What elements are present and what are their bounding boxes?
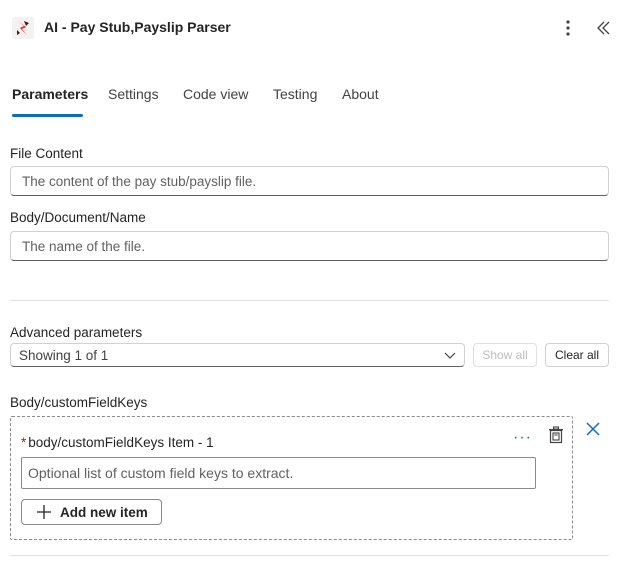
document-name-placeholder: The name of the file. bbox=[22, 238, 146, 254]
section-divider bbox=[10, 300, 609, 301]
array-item-label: * body/customFieldKeys Item - 1 bbox=[21, 435, 214, 450]
advanced-parameters-value: Showing 1 of 1 bbox=[19, 347, 109, 363]
ai-builder-logo-icon bbox=[12, 17, 34, 39]
tab-parameters[interactable]: Parameters bbox=[12, 86, 88, 102]
add-new-item-label: Add new item bbox=[60, 504, 148, 520]
custom-field-keys-array: * body/customFieldKeys Item - 1 ··· Optio… bbox=[10, 416, 573, 540]
active-tab-indicator bbox=[12, 114, 83, 117]
show-all-button[interactable]: Show all bbox=[473, 343, 537, 367]
item-more-options-icon[interactable]: ··· bbox=[513, 429, 532, 447]
file-content-label: File Content bbox=[10, 146, 83, 161]
bottom-divider bbox=[10, 555, 609, 556]
document-name-label: Body/Document/Name bbox=[10, 210, 146, 225]
advanced-parameters-label: Advanced parameters bbox=[10, 325, 143, 340]
clear-all-button[interactable]: Clear all bbox=[545, 343, 609, 367]
custom-field-key-input[interactable]: Optional list of custom field keys to ex… bbox=[21, 457, 536, 489]
custom-field-key-placeholder: Optional list of custom field keys to ex… bbox=[28, 465, 294, 481]
more-vertical-icon[interactable] bbox=[558, 18, 578, 38]
add-new-item-button[interactable]: Add new item bbox=[21, 499, 162, 525]
required-marker: * bbox=[21, 435, 27, 450]
plus-icon bbox=[37, 505, 51, 519]
document-name-input[interactable]: The name of the file. bbox=[10, 231, 609, 261]
file-content-input[interactable]: The content of the pay stub/payslip file… bbox=[10, 166, 609, 196]
tab-settings[interactable]: Settings bbox=[108, 86, 159, 102]
remove-parameter-icon[interactable] bbox=[585, 421, 601, 437]
chevron-down-icon bbox=[444, 352, 456, 359]
file-content-placeholder: The content of the pay stub/payslip file… bbox=[22, 173, 257, 189]
tab-testing[interactable]: Testing bbox=[273, 86, 317, 102]
double-chevron-left-icon[interactable] bbox=[594, 18, 614, 38]
custom-field-keys-label: Body/customFieldKeys bbox=[10, 395, 148, 410]
advanced-parameters-dropdown[interactable]: Showing 1 of 1 bbox=[10, 343, 465, 367]
tab-about[interactable]: About bbox=[342, 86, 379, 102]
page-title: AI - Pay Stub,Payslip Parser bbox=[44, 19, 231, 35]
panel-header: AI - Pay Stub,Payslip Parser bbox=[0, 0, 620, 56]
delete-item-icon[interactable] bbox=[547, 426, 565, 444]
array-item-title: body/customFieldKeys Item - 1 bbox=[28, 435, 214, 450]
tab-code-view[interactable]: Code view bbox=[183, 86, 248, 102]
